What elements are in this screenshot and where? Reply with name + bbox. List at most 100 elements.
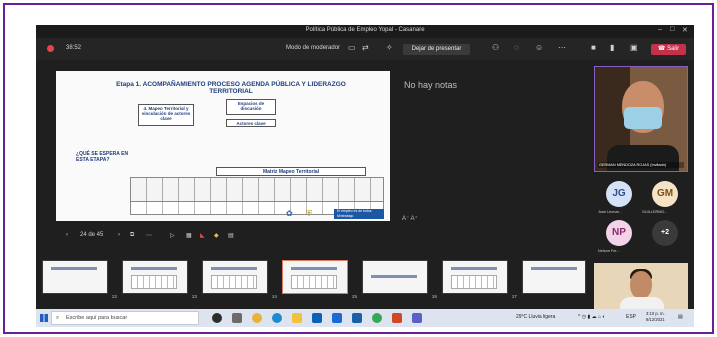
chat-icon[interactable]: ◌ [514,43,519,53]
participant-avatar[interactable]: GM [652,181,678,207]
participant-name-label: GERMAN MENDOZA ROJAS (Invitado) [598,162,684,168]
more-options-icon[interactable]: ⋯ [146,232,152,239]
thumbnail[interactable] [122,260,188,294]
participant-name: GUILLERMO... [642,210,668,214]
colombia-logo-icon: ✿ [286,209,293,218]
powerpoint-icon[interactable] [392,313,402,323]
task-view-icon[interactable] [212,313,222,323]
chrome-icon[interactable] [252,313,262,323]
laser-pointer-icon[interactable]: ▷ [170,232,175,239]
teams-window: Política Pública de Empleo Yopal - Casan… [36,25,694,327]
notification-icon[interactable]: ▤ [678,314,683,320]
thumbnail-number: 22 [112,294,118,299]
mail-icon[interactable] [332,313,342,323]
thumb-table [451,275,497,289]
store-icon[interactable] [312,313,322,323]
thumbnail-number: 25 [352,294,358,299]
thumbnail[interactable] [442,260,508,294]
teams-icon[interactable] [412,313,422,323]
taskbar-search-input[interactable]: ⌕ Escribe aquí para buscar [51,311,199,325]
presentation-slide: Etapa 1. ACOMPAÑAMIENTO PROCESO AGENDA P… [56,71,390,221]
thumbnail[interactable] [362,260,428,294]
share-icon[interactable]: ▣ [630,43,638,53]
more-icon[interactable]: ⋯ [558,43,566,53]
text-size-controls[interactable]: A⁻ A⁺ [402,215,418,222]
participant-avatar[interactable]: NP [606,220,632,246]
eraser-icon[interactable]: ◆ [214,232,219,239]
meeting-timer: 38:52 [66,45,82,51]
thumb-title [451,267,497,270]
presenter-mode-label[interactable]: Modo de moderador [286,45,340,51]
highlighter-icon[interactable]: ◣ [200,232,205,239]
outer-frame: Política Pública de Empleo Yopal - Casan… [3,3,714,334]
sync-icon[interactable]: ⇄ [362,43,369,53]
logo-text: El empleo es de todos [337,209,372,213]
edge-icon[interactable] [272,313,282,323]
close-button[interactable]: ✕ [682,26,688,34]
slide-title: Etapa 1. ACOMPAÑAMIENTO PROCESO AGENDA P… [116,81,346,95]
thumb-title [51,267,97,270]
stop-presenting-button[interactable]: Dejar de presentar [403,44,470,55]
file-explorer-icon[interactable] [292,313,302,323]
thumb-table [291,275,337,289]
search-placeholder: Escribe aquí para buscar [66,315,128,321]
tray-icons[interactable]: ^ ◷ ▮ ☁ ⌂ ◐ [578,314,605,320]
widgets-icon[interactable] [232,313,242,323]
word-icon[interactable] [352,313,362,323]
mic-icon[interactable]: ▮ [610,43,614,53]
windows-start-icon[interactable] [40,314,48,322]
thumb-title [531,267,577,270]
thumbnail[interactable] [42,260,108,294]
thumbnail[interactable] [522,260,586,294]
search-icon: ⌕ [56,315,60,321]
slide-box-actores: Actores clave [226,119,276,127]
thumbnail[interactable] [202,260,268,294]
thumbnail-number: 23 [192,294,198,299]
window-title: Política Pública de Empleo Yopal - Casan… [305,27,425,33]
leave-button[interactable]: ☎ Salir [651,44,686,55]
grid-view-icon[interactable]: ⧉ [130,232,134,239]
pointer-icon[interactable]: ✧ [386,43,393,53]
thumbnail-selected[interactable] [282,260,348,294]
clear-icon[interactable]: ▤ [228,232,234,239]
participant-avatar[interactable]: JG [606,181,632,207]
participant-name: Nelson Fer... [598,249,620,253]
shield-icon: ⛨ [306,209,312,218]
slide-box-mapeo: 4. Mapeo Territorial y vinculación de ac… [138,104,194,126]
clock-date: 8/12/2021 [646,317,665,322]
meeting-toolbar: 38:52 Modo de moderador ▭ ⇄ ✧ Dejar de p… [36,38,694,60]
thumb-title [211,267,257,270]
leave-label: Salir [667,46,680,52]
participant-name: Jose Leonar... [598,210,622,214]
pen-icon[interactable]: ▦ [186,232,192,239]
browser-icon[interactable] [372,313,382,323]
title-bar: Política Pública de Empleo Yopal - Casan… [36,25,694,38]
face-mask [624,107,662,129]
people-icon[interactable]: ⚇ [492,43,499,53]
slide-counter: 24 de 45 [80,232,104,238]
self-video[interactable] [594,263,688,309]
minimize-button[interactable]: – [658,26,662,33]
main-participant-video[interactable]: GERMAN MENDOZA ROJAS (Invitado) [594,66,688,172]
mintrabajo-logo: El empleo es de todos Mintrabajo [334,209,384,219]
more-participants-avatar[interactable]: +2 [652,220,678,246]
thumbnail-number: 27 [512,294,518,299]
camera-icon[interactable]: ■ [591,43,596,53]
thumb-table [211,275,257,289]
taskbar-clock[interactable]: 3:10 p. m. 8/12/2021 [646,311,665,323]
weather-widget[interactable]: 29°C Lluvia ligera [516,314,555,320]
prev-slide-icon[interactable]: ‹ [66,232,68,238]
windows-taskbar: ⌕ Escribe aquí para buscar 29°C Lluvia l… [36,309,694,327]
thumbnail-number: 26 [432,294,438,299]
language-indicator[interactable]: ESP [626,314,636,320]
maximize-button[interactable]: □ [670,26,674,33]
next-slide-icon[interactable]: › [118,232,120,238]
monitor-icon[interactable]: ▭ [348,43,356,53]
slide-navigation: ‹ 24 de 45 › ⧉ ⋯ ▷ ▦ ◣ ◆ ▤ [66,231,396,245]
reactions-icon[interactable]: ☺ [535,43,543,53]
thumb-title [291,267,337,270]
thumb-title [371,275,417,278]
slide-question: ¿QUÉ SE ESPERA EN ESTA ETAPA? [76,151,129,163]
recording-indicator-icon [47,45,54,52]
thumbnail-number: 24 [272,294,278,299]
